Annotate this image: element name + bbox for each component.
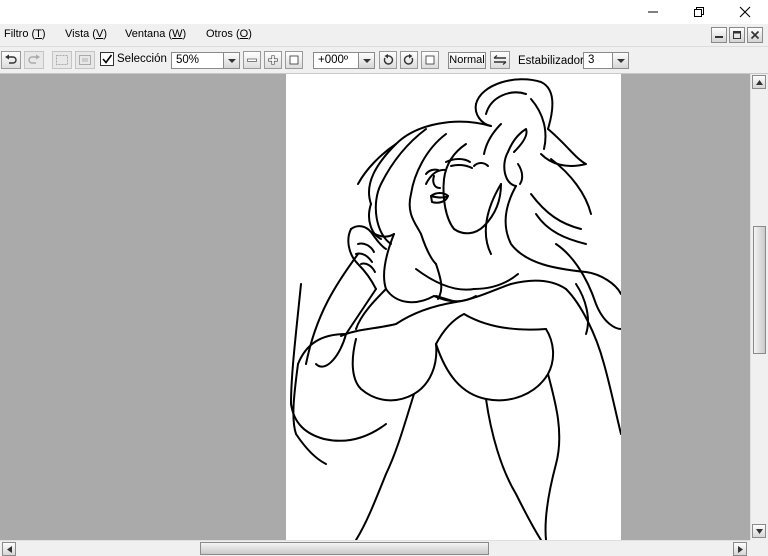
mdi-close-button[interactable] [747, 27, 763, 43]
chevron-left-icon [6, 545, 12, 553]
horizontal-scrollbar[interactable] [0, 540, 750, 556]
chevron-right-icon [737, 545, 743, 553]
chevron-down-icon [755, 528, 763, 534]
menu-ventana[interactable]: Ventana (W) [125, 28, 186, 40]
horizontal-scroll-thumb[interactable] [200, 542, 489, 555]
stabilizer-select[interactable]: 3 [583, 52, 629, 69]
rotate-ccw-button[interactable] [379, 51, 397, 69]
flip-horizontal-button[interactable] [490, 51, 510, 69]
mdi-restore-button[interactable] [729, 27, 745, 43]
zoom-in-button[interactable] [264, 51, 282, 69]
chevron-up-icon [755, 79, 763, 85]
chevron-down-icon[interactable] [223, 53, 239, 68]
scroll-right-button[interactable] [733, 542, 747, 556]
minimize-icon [648, 11, 658, 13]
toolbar: Selección 50% +000º Normal Estabilizador… [0, 46, 768, 74]
zoom-value: 50% [176, 54, 200, 66]
scroll-up-button[interactable] [752, 75, 766, 89]
stabilizer-label: Estabilizador [518, 55, 584, 67]
menu-otros[interactable]: Otros (O) [206, 28, 252, 40]
zoom-reset-icon [289, 55, 299, 65]
stabilizer-value: 3 [588, 54, 595, 66]
invert-selection-icon [79, 55, 91, 65]
menu-bar: Filtro (T) Vista (V) Ventana (W) Otros (… [0, 24, 768, 46]
redo-icon [28, 54, 40, 64]
mdi-restore-icon [733, 31, 741, 39]
selection-toggle[interactable]: Selección [100, 52, 167, 66]
chevron-down-icon[interactable] [358, 53, 374, 68]
restore-icon [694, 7, 704, 17]
flip-horizontal-icon [493, 55, 507, 65]
selection-checkbox[interactable] [100, 52, 114, 66]
mdi-close-icon [750, 30, 760, 40]
zoom-out-button[interactable] [243, 51, 261, 69]
vertical-scrollbar[interactable] [750, 74, 768, 540]
rotate-reset-button[interactable] [421, 51, 439, 69]
invert-selection-button[interactable] [75, 51, 95, 69]
rotate-cw-button[interactable] [400, 51, 418, 69]
line-art-drawing [290, 78, 621, 540]
zoom-in-icon [268, 55, 278, 65]
scroll-down-button[interactable] [752, 524, 766, 538]
menu-filtro[interactable]: Filtro (T) [4, 28, 46, 40]
checkmark-icon [102, 54, 113, 64]
mdi-minimize-button[interactable] [711, 27, 727, 43]
zoom-reset-button[interactable] [285, 51, 303, 69]
blend-mode-button[interactable]: Normal [448, 52, 486, 69]
menu-vista[interactable]: Vista (V) [65, 28, 107, 40]
deselect-button[interactable] [52, 51, 72, 69]
restore-button[interactable] [676, 0, 722, 24]
rotate-reset-icon [425, 55, 435, 65]
drawing-canvas[interactable] [286, 74, 621, 540]
scrollbar-corner [750, 540, 768, 556]
redo-button[interactable] [24, 51, 44, 69]
mdi-minimize-icon [715, 36, 723, 38]
rotation-value: +000º [318, 54, 349, 66]
vertical-scroll-thumb[interactable] [753, 226, 766, 354]
scroll-left-button[interactable] [2, 542, 16, 556]
close-icon [739, 6, 751, 18]
rotate-cw-icon [403, 54, 414, 65]
undo-button[interactable] [1, 51, 21, 69]
chevron-down-icon[interactable] [612, 53, 628, 68]
title-bar [0, 0, 768, 24]
selection-label: Selección [117, 53, 167, 65]
canvas-area[interactable] [0, 74, 750, 540]
zoom-out-icon [247, 58, 257, 62]
minimize-button[interactable] [630, 0, 676, 24]
zoom-select[interactable]: 50% [171, 52, 240, 69]
deselect-icon [56, 55, 68, 65]
undo-icon [5, 54, 17, 64]
rotation-select[interactable]: +000º [313, 52, 375, 69]
close-button[interactable] [722, 0, 768, 24]
rotate-ccw-icon [383, 54, 394, 65]
